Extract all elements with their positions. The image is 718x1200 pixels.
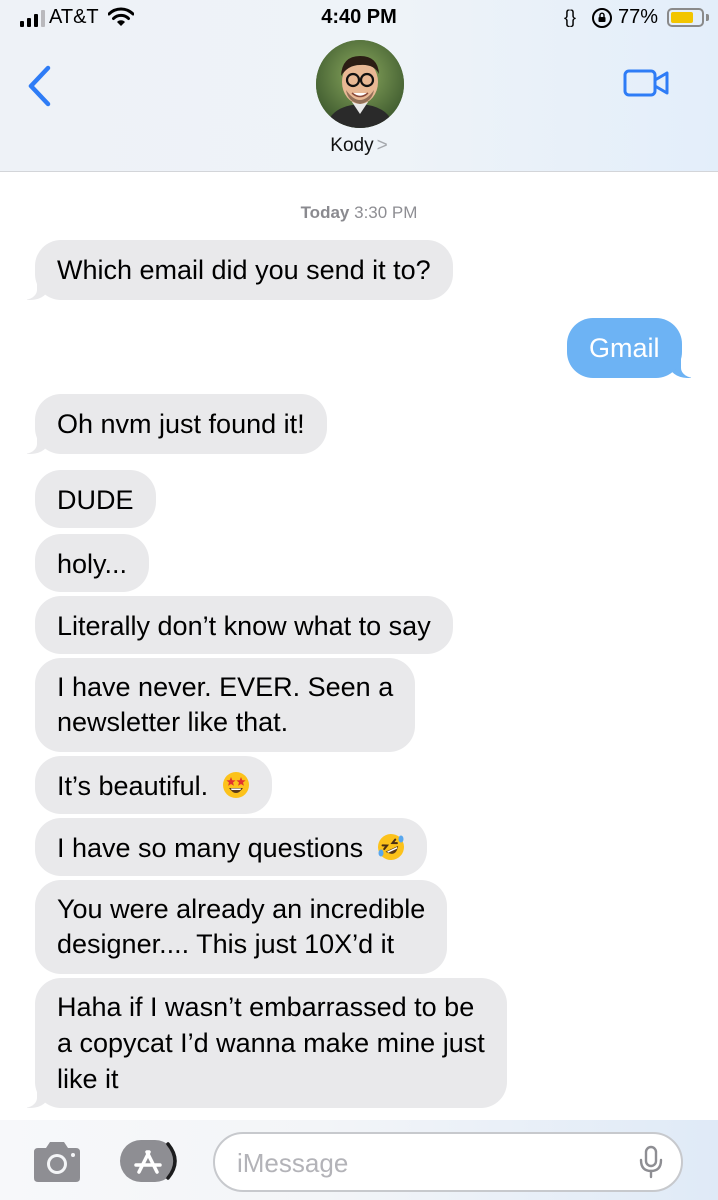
microphone-icon[interactable] [636, 1145, 666, 1179]
imessage-input[interactable] [237, 1144, 617, 1182]
message-text-line: You were already an incredible [57, 894, 426, 924]
received-message-bubble[interactable]: I have never. EVER. Seen a newsletter li… [35, 658, 416, 752]
orientation-lock-icon [592, 8, 612, 28]
conversation-header: AT&T 4:40 PM {} 77% Kody > [0, 0, 718, 172]
chevron-right-icon: > [376, 135, 388, 156]
message-text: Literally don’t know what to say [57, 611, 431, 641]
message-text-line: Haha if I wasn’t embarrassed to be [57, 992, 475, 1022]
status-bar: AT&T 4:40 PM {} 77% [0, 0, 718, 36]
message-text: It’s beautiful. [57, 771, 209, 801]
compose-bar [0, 1120, 718, 1200]
message-text-line: designer.... This just 10X’d it [57, 929, 395, 959]
camera-icon[interactable] [30, 1140, 84, 1184]
imessage-field[interactable] [213, 1132, 683, 1192]
message-text: Oh nvm just found it! [57, 409, 305, 439]
received-message-bubble[interactable]: I have so many questions [35, 818, 427, 876]
message-text: Gmail [589, 333, 660, 363]
message-text-line: I have never. EVER. Seen a [57, 672, 394, 702]
received-message-bubble[interactable]: Oh nvm just found it! [35, 394, 327, 454]
contact-name-button[interactable]: Kody > [0, 135, 718, 157]
received-message-bubble[interactable]: DUDE [35, 470, 156, 528]
app-store-icon[interactable] [118, 1138, 188, 1184]
message-text-line: like it [57, 1064, 119, 1094]
received-message-bubble[interactable]: Haha if I wasn’t embarrassed to be a cop… [35, 978, 507, 1108]
battery-icon [667, 8, 704, 27]
message-text-line: newsletter like that. [57, 707, 289, 737]
message-text: Which email did you send it to? [57, 255, 431, 285]
received-message-bubble[interactable]: It’s beautiful. [35, 756, 272, 814]
battery-percent: 77% [618, 6, 659, 28]
battery-level-fill [671, 12, 693, 23]
message-text: holy... [57, 549, 128, 579]
received-message-bubble[interactable]: Which email did you send it to? [35, 240, 453, 300]
thread-timestamp: Today 3:30 PM [0, 203, 718, 223]
received-message-bubble[interactable]: You were already an incredible designer.… [35, 880, 448, 974]
battery-cap [706, 14, 709, 21]
back-chevron-icon[interactable] [22, 62, 58, 110]
rotation-lock-icon: {} [564, 7, 577, 27]
timestamp-time: 3:30 PM [354, 203, 418, 222]
received-message-bubble[interactable]: Literally don’t know what to say [35, 596, 453, 654]
sent-message-bubble[interactable]: Gmail [567, 318, 682, 378]
rolling-on-floor-laughing-emoji-icon [377, 834, 404, 860]
message-text-line: a copycat I’d wanna make mine just [57, 1028, 485, 1058]
message-text: DUDE [57, 485, 134, 515]
contact-name: Kody [330, 135, 374, 156]
star-struck-emoji-icon [222, 772, 249, 798]
message-text: I have so many questions [57, 833, 364, 863]
avatar[interactable] [316, 40, 404, 128]
timestamp-day: Today [300, 203, 350, 222]
video-camera-icon[interactable] [622, 66, 672, 100]
received-message-bubble[interactable]: holy... [35, 534, 150, 592]
